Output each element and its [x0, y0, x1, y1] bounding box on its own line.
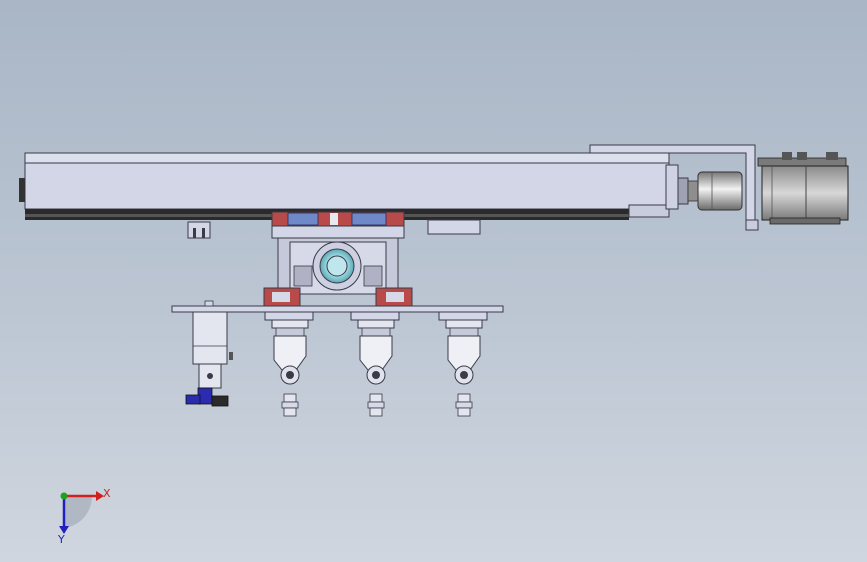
- assembly-drawing: X Y: [19, 144, 849, 546]
- air-cylinder: [192, 300, 233, 389]
- air-fitting: [185, 387, 229, 407]
- cad-viewport[interactable]: X Y: [0, 0, 867, 562]
- linear-actuator-body: [19, 152, 670, 220]
- x-axis-label: X: [103, 487, 111, 500]
- slide-carriage: [263, 211, 413, 307]
- end-plate: [665, 164, 689, 210]
- suction-head-3: [438, 311, 488, 417]
- shaft-coupler: [687, 171, 743, 211]
- y-axis-label: Y: [57, 533, 65, 546]
- mounting-plate: [171, 305, 504, 313]
- suction-head-2: [350, 311, 400, 417]
- coordinate-triad[interactable]: X Y: [57, 487, 111, 546]
- sensor-bracket: [187, 221, 211, 239]
- cable-clamp: [427, 219, 481, 235]
- suction-head-1: [264, 311, 314, 417]
- z-axis-dot-icon: [60, 492, 68, 500]
- servo-motor: [757, 152, 849, 225]
